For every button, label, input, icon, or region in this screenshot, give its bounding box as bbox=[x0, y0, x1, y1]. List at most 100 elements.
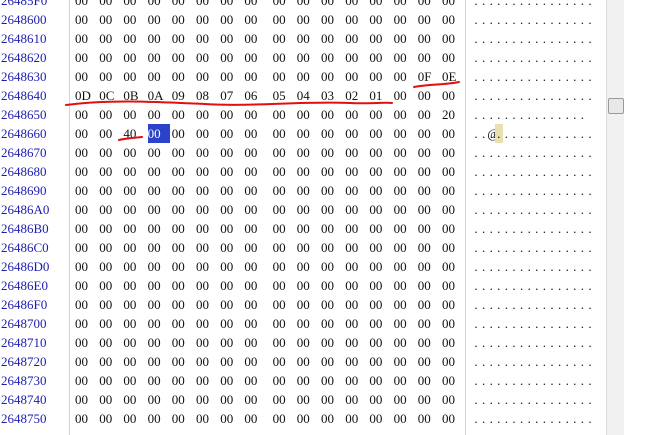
hex-byte[interactable]: 00 bbox=[297, 67, 319, 86]
hex-byte[interactable]: 00 bbox=[273, 67, 295, 86]
hex-byte[interactable]: 00 bbox=[99, 238, 121, 257]
hex-byte[interactable]: 00 bbox=[172, 200, 194, 219]
hex-byte[interactable]: 00 bbox=[196, 181, 218, 200]
hex-byte[interactable]: 00 bbox=[442, 333, 464, 352]
hex-byte[interactable]: 00 bbox=[172, 29, 194, 48]
hex-byte[interactable]: 00 bbox=[172, 124, 194, 143]
hex-byte[interactable]: 00 bbox=[196, 314, 218, 333]
hex-byte[interactable]: 00 bbox=[196, 371, 218, 390]
hex-byte[interactable]: 00 bbox=[418, 86, 440, 105]
hex-byte[interactable]: 00 bbox=[418, 200, 440, 219]
hex-byte[interactable]: 00 bbox=[196, 10, 218, 29]
hex-byte[interactable]: 00 bbox=[123, 238, 145, 257]
hex-byte[interactable]: 00 bbox=[123, 390, 145, 409]
hex-byte[interactable]: 00 bbox=[196, 143, 218, 162]
hex-row[interactable]: 00 00 00 00 00 00 00 00 00 00 00 00 00 00 00 00 bbox=[70, 162, 465, 181]
ascii-char[interactable]: . bbox=[586, 29, 594, 48]
hex-byte[interactable]: 00 bbox=[220, 333, 242, 352]
hex-byte[interactable]: 00 bbox=[418, 124, 440, 143]
hex-byte[interactable]: 00 bbox=[273, 257, 295, 276]
hex-byte[interactable]: 00 bbox=[369, 29, 391, 48]
hex-byte[interactable]: 00 bbox=[196, 162, 218, 181]
ascii-char[interactable]: . bbox=[586, 181, 594, 200]
hex-byte[interactable]: 00 bbox=[75, 371, 97, 390]
hex-byte[interactable]: 00 bbox=[369, 143, 391, 162]
hex-byte[interactable]: 00 bbox=[394, 352, 416, 371]
hex-byte[interactable]: 00 bbox=[99, 352, 121, 371]
hex-byte[interactable]: 00 bbox=[172, 295, 194, 314]
hex-byte[interactable]: 00 bbox=[123, 314, 145, 333]
hex-byte[interactable]: 00 bbox=[394, 257, 416, 276]
hex-byte[interactable]: 00 bbox=[442, 0, 464, 10]
hex-byte[interactable]: 00 bbox=[244, 10, 266, 29]
hex-byte[interactable]: 00 bbox=[345, 314, 367, 333]
hex-row[interactable]: 00 00 00 00 00 00 00 00 00 00 00 00 00 00 00 00 bbox=[70, 257, 465, 276]
hex-byte[interactable]: 00 bbox=[148, 200, 170, 219]
hex-byte[interactable]: 00 bbox=[394, 295, 416, 314]
hex-byte[interactable]: 00 bbox=[273, 181, 295, 200]
hex-byte[interactable]: 00 bbox=[220, 314, 242, 333]
hex-byte[interactable]: 00 bbox=[196, 276, 218, 295]
hex-byte[interactable]: 00 bbox=[394, 86, 416, 105]
hex-byte[interactable]: 00 bbox=[75, 67, 97, 86]
hex-byte[interactable]: 00 bbox=[321, 314, 343, 333]
hex-byte[interactable]: 00 bbox=[369, 314, 391, 333]
hex-byte[interactable]: 00 bbox=[394, 29, 416, 48]
hex-byte[interactable]: 00 bbox=[123, 295, 145, 314]
hex-row[interactable]: 00 00 00 00 00 00 00 00 00 00 00 00 00 00 00 20 bbox=[70, 105, 465, 124]
hex-byte[interactable]: 00 bbox=[273, 409, 295, 428]
hex-byte[interactable]: 00 bbox=[418, 257, 440, 276]
hex-byte[interactable]: 00 bbox=[148, 29, 170, 48]
hex-row[interactable]: 00 00 00 00 00 00 00 00 00 00 00 00 00 00 0F 0E bbox=[70, 67, 465, 86]
hex-byte[interactable]: 00 bbox=[148, 238, 170, 257]
ascii-row[interactable]: ............... bbox=[472, 105, 606, 124]
hex-byte[interactable]: 00 bbox=[273, 124, 295, 143]
ascii-char[interactable]: . bbox=[586, 200, 594, 219]
hex-byte[interactable]: 00 bbox=[273, 390, 295, 409]
hex-byte[interactable]: 00 bbox=[369, 295, 391, 314]
ascii-row[interactable]: ................ bbox=[472, 162, 606, 181]
hex-byte[interactable]: 00 bbox=[99, 257, 121, 276]
hex-byte[interactable]: 00 bbox=[75, 105, 97, 124]
hex-byte[interactable]: 00 bbox=[172, 219, 194, 238]
hex-byte[interactable]: 00 bbox=[345, 48, 367, 67]
ascii-char[interactable]: . bbox=[586, 276, 594, 295]
hex-row[interactable]: 00 00 00 00 00 00 00 00 00 00 00 00 00 00 00 00 bbox=[70, 181, 465, 200]
hex-byte[interactable]: 00 bbox=[220, 162, 242, 181]
hex-byte[interactable]: 00 bbox=[220, 48, 242, 67]
hex-byte[interactable]: 00 bbox=[244, 314, 266, 333]
hex-byte[interactable]: 00 bbox=[273, 238, 295, 257]
hex-byte[interactable]: 0A bbox=[148, 86, 170, 105]
hex-byte[interactable]: 00 bbox=[369, 219, 391, 238]
ascii-char[interactable]: . bbox=[586, 143, 594, 162]
hex-byte[interactable]: 00 bbox=[75, 238, 97, 257]
hex-byte[interactable]: 00 bbox=[99, 10, 121, 29]
ascii-row[interactable]: ................ bbox=[472, 371, 606, 390]
hex-byte[interactable]: 00 bbox=[148, 390, 170, 409]
hex-byte[interactable]: 00 bbox=[196, 200, 218, 219]
hex-byte[interactable]: 00 bbox=[418, 314, 440, 333]
hex-byte[interactable]: 02 bbox=[345, 86, 367, 105]
hex-byte[interactable]: 00 bbox=[220, 371, 242, 390]
ascii-row[interactable]: ................ bbox=[472, 295, 606, 314]
scrollbar-thumb[interactable] bbox=[608, 98, 624, 114]
ascii-row[interactable]: ................ bbox=[472, 219, 606, 238]
hex-byte[interactable]: 00 bbox=[99, 276, 121, 295]
hex-byte[interactable]: 00 bbox=[442, 181, 464, 200]
hex-byte[interactable]: 00 bbox=[220, 105, 242, 124]
hex-byte[interactable]: 00 bbox=[369, 238, 391, 257]
ascii-row[interactable]: ................ bbox=[472, 409, 606, 428]
hex-byte[interactable]: 00 bbox=[172, 67, 194, 86]
vertical-scrollbar[interactable] bbox=[606, 0, 625, 435]
hex-byte[interactable]: 00 bbox=[99, 371, 121, 390]
hex-byte[interactable]: 00 bbox=[172, 409, 194, 428]
hex-byte[interactable]: 00 bbox=[172, 181, 194, 200]
hex-row[interactable]: 00 00 00 00 00 00 00 00 00 00 00 00 00 00 00 00 bbox=[70, 390, 465, 409]
hex-byte[interactable]: 00 bbox=[394, 219, 416, 238]
hex-byte[interactable]: 00 bbox=[345, 409, 367, 428]
hex-byte[interactable]: 00 bbox=[172, 371, 194, 390]
hex-byte[interactable]: 00 bbox=[123, 200, 145, 219]
hex-byte[interactable]: 00 bbox=[172, 105, 194, 124]
hex-byte[interactable]: 00 bbox=[297, 181, 319, 200]
hex-byte[interactable]: 00 bbox=[345, 295, 367, 314]
